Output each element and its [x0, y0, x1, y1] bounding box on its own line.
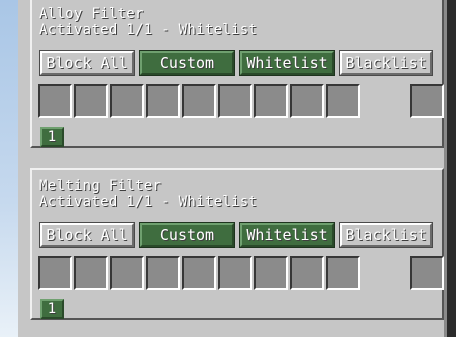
output-slot[interactable] — [410, 256, 444, 290]
page-number-badge[interactable]: 1 — [40, 299, 64, 319]
filter-slot[interactable] — [182, 256, 216, 290]
whitelist-button[interactable]: Whitelist — [239, 50, 335, 76]
custom-button[interactable]: Custom — [139, 50, 235, 76]
blacklist-button[interactable]: Blacklist — [339, 222, 433, 248]
filter-slot[interactable] — [326, 84, 360, 118]
whitelist-button[interactable]: Whitelist — [239, 222, 335, 248]
block-all-button[interactable]: Block All — [39, 222, 135, 248]
filter-slot[interactable] — [218, 256, 252, 290]
output-slot[interactable] — [410, 84, 444, 118]
filter-slot[interactable] — [290, 84, 324, 118]
filter-slot[interactable] — [254, 84, 288, 118]
filter-slot[interactable] — [38, 256, 72, 290]
filter-slot[interactable] — [38, 84, 72, 118]
filter-slot[interactable] — [326, 256, 360, 290]
filter-slot[interactable] — [290, 256, 324, 290]
scrollbar-edge — [444, 0, 456, 337]
blacklist-button[interactable]: Blacklist — [339, 50, 433, 76]
world-background — [0, 0, 20, 337]
filter-slot[interactable] — [182, 84, 216, 118]
block-all-button[interactable]: Block All — [39, 50, 135, 76]
filter-slot[interactable] — [254, 256, 288, 290]
custom-button[interactable]: Custom — [139, 222, 235, 248]
filter-slot[interactable] — [110, 256, 144, 290]
filter-status: Activated 1/1 - Whitelist — [39, 194, 258, 210]
filter-slot[interactable] — [74, 256, 108, 290]
page-number-badge[interactable]: 1 — [40, 127, 64, 147]
filter-title: Melting Filter — [39, 178, 162, 194]
filter-title: Alloy Filter — [39, 6, 144, 22]
melting-filter-panel: Melting Filter Activated 1/1 - Whitelist… — [30, 168, 444, 320]
filter-slot[interactable] — [74, 84, 108, 118]
alloy-filter-panel: Alloy Filter Activated 1/1 - Whitelist B… — [30, 0, 444, 148]
filter-slot[interactable] — [146, 84, 180, 118]
filter-slot[interactable] — [146, 256, 180, 290]
filter-slot[interactable] — [110, 84, 144, 118]
filter-slot[interactable] — [218, 84, 252, 118]
filter-status: Activated 1/1 - Whitelist — [39, 22, 258, 38]
